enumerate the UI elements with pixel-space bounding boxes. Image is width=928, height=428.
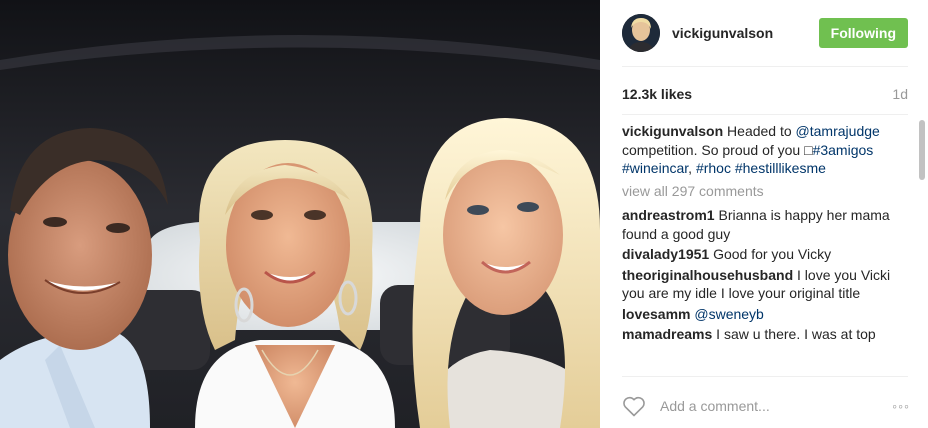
instagram-post: vickigunvalson Following 12.3k likes 1d … (0, 0, 928, 428)
hashtag-hestilllikesme[interactable]: #hestilllikesme (735, 160, 826, 176)
post-sidebar: vickigunvalson Following 12.3k likes 1d … (600, 0, 928, 428)
comment-username[interactable]: lovesamm (622, 306, 690, 322)
comment-text: I saw u there. I was at top (716, 326, 876, 342)
comment-item: mamadreams I saw u there. I was at top (622, 325, 914, 344)
comment-username[interactable]: divalady1951 (622, 246, 709, 262)
caption: vickigunvalson Headed to @tamrajudge com… (622, 122, 914, 178)
header-username[interactable]: vickigunvalson (672, 25, 819, 41)
caption-text-2: competition. So proud of you □ (622, 141, 813, 158)
post-meta: 12.3k likes 1d (622, 86, 908, 102)
heart-icon[interactable] (622, 395, 646, 417)
comments-scrollbar[interactable] (919, 120, 925, 180)
header-divider (622, 66, 908, 67)
post-photo[interactable] (0, 0, 600, 428)
selfie-image (0, 0, 600, 428)
more-options-icon[interactable]: ◦◦◦ (892, 398, 910, 414)
comment-item: lovesamm @sweneyb (622, 305, 914, 324)
hashtag-3amigos[interactable]: #3amigos (813, 142, 874, 158)
avatar-image (622, 14, 660, 52)
comment-mention[interactable]: @sweneyb (694, 306, 763, 322)
comments-list: vickigunvalson Headed to @tamrajudge com… (622, 122, 914, 370)
caption-sep-1: , (688, 160, 696, 176)
footer-divider (622, 376, 908, 377)
add-comment-bar: Add a comment... ◦◦◦ (622, 392, 910, 420)
avatar[interactable] (622, 14, 660, 52)
caption-mention[interactable]: @tamrajudge (796, 123, 880, 139)
comment-item: theoriginalhousehusband I love you Vicki… (622, 266, 914, 303)
comment-username[interactable]: theoriginalhousehusband (622, 267, 793, 283)
comment-username[interactable]: mamadreams (622, 326, 712, 342)
add-comment-input[interactable]: Add a comment... (660, 398, 892, 414)
comment-item: divalady1951 Good for you Vicky (622, 245, 914, 264)
post-header: vickigunvalson Following (600, 0, 928, 66)
hashtag-rhoc[interactable]: #rhoc (696, 160, 731, 176)
hashtag-wineincar[interactable]: #wineincar (622, 160, 688, 176)
likes-count[interactable]: 12.3k likes (622, 86, 692, 102)
view-all-comments-link[interactable]: view all 297 comments (622, 182, 914, 201)
meta-divider (622, 114, 908, 115)
caption-text-1: Headed to (727, 123, 796, 139)
comment-text: Good for you Vicky (713, 246, 832, 262)
comment-username[interactable]: andreastrom1 (622, 207, 715, 223)
comment-item: andreastrom1 Brianna is happy her mama f… (622, 206, 914, 243)
post-time[interactable]: 1d (892, 86, 908, 102)
following-button[interactable]: Following (818, 18, 908, 48)
caption-username[interactable]: vickigunvalson (622, 123, 723, 139)
